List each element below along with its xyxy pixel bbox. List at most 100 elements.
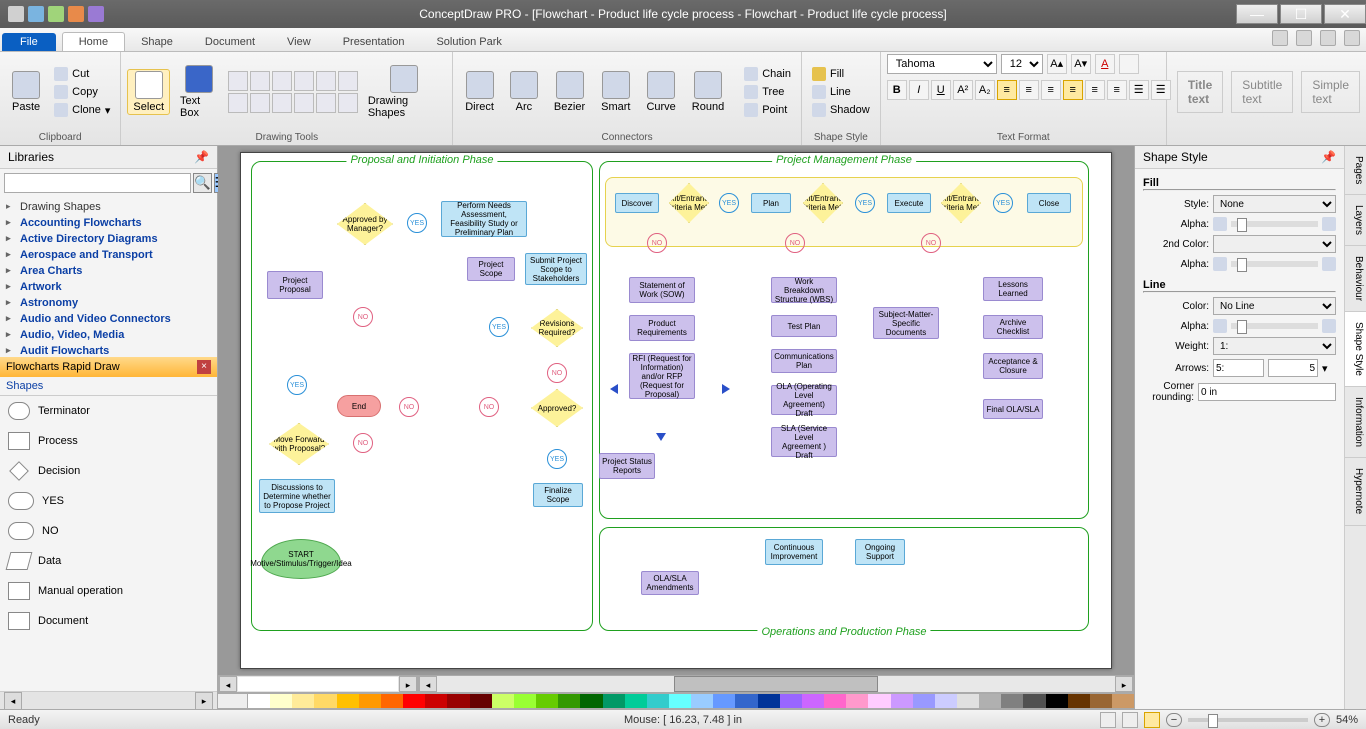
shapes-subheader[interactable]: Shapes: [0, 377, 217, 396]
tab-presentation[interactable]: Presentation: [327, 33, 421, 51]
node-discussions[interactable]: Discussions to Determine whether to Prop…: [259, 479, 335, 513]
node-archive[interactable]: Archive Checklist: [983, 315, 1043, 339]
fit-page-icon[interactable]: [1122, 712, 1138, 728]
node-ola[interactable]: OLA (Operating Level Agreement) Draft: [771, 385, 837, 415]
tool-curve[interactable]: [316, 71, 336, 91]
node-comm[interactable]: Communications Plan: [771, 349, 837, 373]
second-color-select[interactable]: [1213, 235, 1336, 253]
node-no8[interactable]: NO: [921, 233, 941, 253]
tool-rect[interactable]: [228, 71, 248, 91]
align-middle-button[interactable]: ≡: [1085, 80, 1105, 100]
connector-direct[interactable]: Direct: [459, 69, 500, 115]
file-tab[interactable]: File: [2, 33, 56, 51]
shape-data[interactable]: Data: [0, 546, 217, 576]
weight-select[interactable]: 1:: [1213, 337, 1336, 355]
node-yes6[interactable]: YES: [855, 193, 875, 213]
cut-button[interactable]: Cut: [50, 66, 114, 82]
line-button[interactable]: Line: [808, 84, 874, 100]
lib-artwork[interactable]: Artwork: [6, 279, 211, 295]
window-close-icon[interactable]: [1344, 30, 1360, 46]
style-subtitle[interactable]: Subtitletext: [1231, 71, 1293, 113]
node-lessons[interactable]: Lessons Learned: [983, 277, 1043, 301]
node-execute[interactable]: Execute: [887, 193, 931, 213]
mode-tree[interactable]: Tree: [740, 84, 795, 100]
rapid-draw-header[interactable]: Flowcharts Rapid Draw ×: [0, 357, 217, 377]
node-submit[interactable]: Submit Project Scope to Stakeholders: [525, 253, 587, 285]
qat-save-icon[interactable]: [28, 6, 44, 22]
node-no4[interactable]: NO: [479, 397, 499, 417]
style-simple[interactable]: Simpletext: [1301, 71, 1360, 113]
node-plan[interactable]: Plan: [751, 193, 791, 213]
node-sla[interactable]: SLA (Service Level Agreement ) Draft: [771, 427, 837, 457]
canvas-hscroll[interactable]: ◂ ▸: [418, 675, 1134, 693]
palette-picker-icon[interactable]: [218, 694, 248, 708]
node-status[interactable]: Project Status Reports: [599, 453, 655, 479]
tool-circle[interactable]: [250, 71, 270, 91]
arrow-start-input[interactable]: [1213, 359, 1264, 377]
align-left-button[interactable]: ≡: [997, 80, 1017, 100]
lib-active-directory[interactable]: Active Directory Diagrams: [6, 231, 211, 247]
rp-pin-icon[interactable]: 📌: [1321, 150, 1336, 164]
zoom-out-button[interactable]: −: [1166, 713, 1182, 727]
bullets-button[interactable]: ☰: [1129, 80, 1149, 100]
shrink-font-icon[interactable]: A▾: [1071, 54, 1091, 74]
lib-drawing-shapes[interactable]: Drawing Shapes: [6, 199, 211, 215]
minimize-button[interactable]: —: [1236, 4, 1278, 24]
shape-terminator[interactable]: Terminator: [0, 396, 217, 426]
lib-audit[interactable]: Audit Flowcharts: [6, 343, 211, 357]
qat-app-icon[interactable]: [8, 6, 24, 22]
hscroll-left[interactable]: ◂: [419, 676, 437, 692]
tab-solution-park[interactable]: Solution Park: [420, 33, 517, 51]
pin-icon[interactable]: 📌: [194, 150, 209, 164]
node-yes1[interactable]: YES: [407, 213, 427, 233]
mode-point[interactable]: Point: [740, 102, 795, 118]
lib-audio-video-conn[interactable]: Audio and Video Connectors: [6, 311, 211, 327]
tab-next[interactable]: ▸: [399, 676, 417, 692]
snap-icon[interactable]: [1144, 712, 1160, 728]
shape-process[interactable]: Process: [0, 426, 217, 456]
node-yes2[interactable]: YES: [489, 317, 509, 337]
node-finalize[interactable]: Finalize Scope: [533, 483, 583, 507]
shadow-button[interactable]: Shadow: [808, 102, 874, 118]
sheet-tabs[interactable]: ◂ ▸: [218, 675, 418, 693]
close-section-icon[interactable]: ×: [197, 360, 211, 374]
connector-bezier[interactable]: Bezier: [548, 69, 591, 115]
tab-shape[interactable]: Shape: [125, 33, 189, 51]
lib-audio-video-media[interactable]: Audio, Video, Media: [6, 327, 211, 343]
close-button[interactable]: ✕: [1324, 4, 1366, 24]
color-palette-bar[interactable]: [218, 693, 1134, 709]
node-rfi[interactable]: RFI (Request for Information) and/or RFP…: [629, 353, 695, 399]
superscript-button[interactable]: A²: [953, 80, 973, 100]
grow-font-icon[interactable]: A▴: [1047, 54, 1067, 74]
node-yes7[interactable]: YES: [993, 193, 1013, 213]
mode-chain[interactable]: Chain: [740, 66, 795, 82]
clone-button[interactable]: Clone ▾: [50, 102, 114, 118]
scroll-left[interactable]: ◂: [4, 692, 22, 710]
tool-line[interactable]: [272, 71, 292, 91]
node-no6[interactable]: NO: [647, 233, 667, 253]
shape-yes[interactable]: YES: [0, 486, 217, 516]
underline-button[interactable]: U: [931, 80, 951, 100]
node-acl[interactable]: Acceptance & Closure: [983, 353, 1043, 379]
paste-button[interactable]: Paste: [6, 69, 46, 115]
node-yes4[interactable]: YES: [547, 449, 567, 469]
help-icon[interactable]: [1272, 30, 1288, 46]
tool-pen[interactable]: [316, 93, 336, 113]
rtab-information[interactable]: Information: [1345, 387, 1366, 458]
tool-poly[interactable]: [294, 71, 314, 91]
shape-manual[interactable]: Manual operation: [0, 576, 217, 606]
copy-button[interactable]: Copy: [50, 84, 114, 100]
tab-view[interactable]: View: [271, 33, 327, 51]
maximize-button[interactable]: ☐: [1280, 4, 1322, 24]
search-button[interactable]: 🔍: [193, 173, 212, 193]
highlight-icon[interactable]: [1119, 54, 1139, 74]
textbox-tool[interactable]: Text Box: [174, 63, 224, 121]
drawing-shapes-btn[interactable]: Drawing Shapes: [362, 63, 446, 121]
fill-alpha-slider[interactable]: [1231, 221, 1318, 227]
align-center-button[interactable]: ≡: [1019, 80, 1039, 100]
shape-decision[interactable]: Decision: [0, 456, 217, 486]
tool-circle2[interactable]: [250, 93, 270, 113]
node-yes3[interactable]: YES: [287, 375, 307, 395]
canvas-viewport[interactable]: Proposal and Initiation Phase Project Ma…: [218, 146, 1134, 675]
qat-icon[interactable]: [68, 6, 84, 22]
